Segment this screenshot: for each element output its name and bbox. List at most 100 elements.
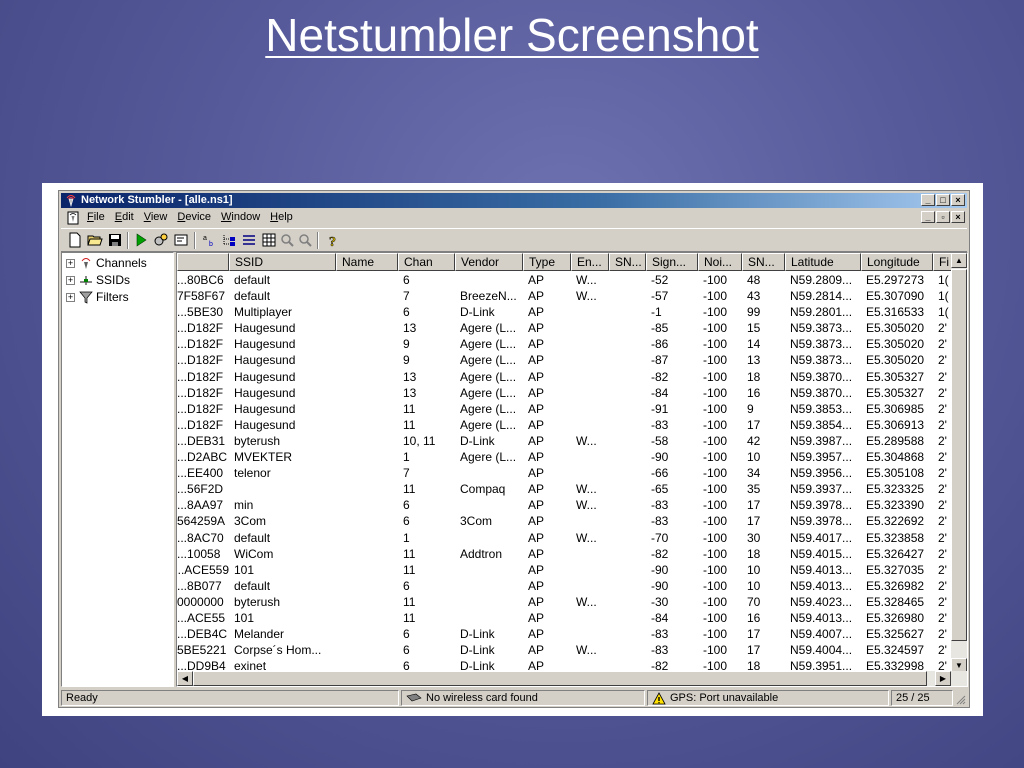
save-icon[interactable] — [107, 232, 123, 248]
table-row[interactable]: 56F2D... 11 Compaq AP W... -65 -100 35 N59.3937.… — [177, 481, 951, 497]
cell-vendor: Agere (L... — [460, 401, 517, 416]
toolbar-separator — [127, 232, 129, 249]
column-header-latitude[interactable]: Latitude — [785, 253, 861, 271]
menu-help[interactable]: Help — [270, 211, 293, 223]
cell-noise: -100 — [703, 305, 728, 320]
column-header-name[interactable]: Name — [336, 253, 398, 271]
tree-item-ssids[interactable]: + SSIDs — [66, 272, 130, 288]
mdi-restore-button[interactable]: ▫ — [936, 211, 950, 223]
cell-ssid: 101 — [234, 562, 255, 577]
column-header-longitude[interactable]: Longitude — [861, 253, 933, 271]
cell-chan: 6 — [403, 578, 410, 593]
table-row[interactable]: D182F... Haugesund 13 Agere (L... AP -84 -100 1… — [177, 385, 951, 401]
table-row[interactable]: 7F58F67 default 7 BreezeN... AP W... -57 -100 43… — [177, 288, 951, 304]
sort-ab-icon[interactable]: ab — [201, 232, 217, 248]
minimize-button[interactable]: _ — [921, 194, 935, 206]
properties-icon[interactable] — [173, 232, 189, 248]
cell-noise: -100 — [703, 627, 728, 642]
column-header-chan[interactable]: Chan — [398, 253, 455, 271]
cell-signal: -58 — [651, 433, 669, 448]
table-row[interactable]: DEB4C... Melander 6 D-Link AP -83 -100 17 N59.40… — [177, 626, 951, 642]
start-scan-icon[interactable] — [133, 232, 149, 248]
column-header-type[interactable]: Type — [523, 253, 571, 271]
mdi-close-button[interactable]: × — [951, 211, 965, 223]
table-row[interactable]: ACE559... 101 11 AP -90 -100 10 N59.4013... E5.3… — [177, 562, 951, 578]
list-view-icon[interactable] — [241, 232, 257, 248]
zoom-in-icon[interactable] — [279, 232, 295, 248]
column-header-noise[interactable]: Noi... — [698, 253, 742, 271]
menu-edit[interactable]: Edit — [115, 211, 134, 223]
help-icon[interactable]: ? — [325, 232, 341, 248]
table-row[interactable]: D2ABC... MVEKTER 1 Agere (L... AP -90 -100 10 N5… — [177, 449, 951, 465]
tree-view-icon[interactable] — [221, 232, 237, 248]
zoom-out-icon[interactable] — [297, 232, 313, 248]
scroll-left-icon[interactable]: ◀ — [177, 671, 193, 686]
cell-encryption: W... — [576, 594, 597, 609]
scroll-up-icon[interactable]: ▲ — [951, 253, 967, 268]
document-icon[interactable] — [67, 211, 80, 225]
table-row[interactable]: 80BC6... default 6 AP W... -52 -100 48 N59.2809.… — [177, 272, 951, 288]
cell-first-seen: 2' — [938, 546, 947, 561]
table-row[interactable]: EE400... telenor 7 AP -66 -100 34 N59.3956... E5… — [177, 465, 951, 481]
menu-device[interactable]: Device — [177, 211, 211, 223]
cell-vendor: BreezeN... — [460, 289, 517, 304]
column-header-bssid[interactable] — [177, 253, 229, 271]
maximize-button[interactable]: □ — [936, 194, 950, 206]
column-header-encryption[interactable]: En... — [571, 253, 609, 271]
cell-longitude: E5.323325 — [866, 482, 925, 497]
table-row[interactable]: D182F... Haugesund 11 Agere (L... AP -91 -100 9… — [177, 401, 951, 417]
close-button[interactable]: × — [951, 194, 965, 206]
table-row[interactable]: D182F... Haugesund 9 Agere (L... AP -86 -100 14… — [177, 336, 951, 352]
table-row[interactable]: ACE55... 101 11 AP -84 -100 16 N59.4013... E5.32… — [177, 610, 951, 626]
column-header-ssid[interactable]: SSID — [229, 253, 336, 271]
column-header-first-seen[interactable]: Fi — [933, 253, 951, 271]
open-folder-icon[interactable] — [87, 232, 103, 248]
menu-file[interactable]: File — [87, 211, 105, 223]
column-header-snr-plus[interactable]: SN... — [742, 253, 785, 271]
cell-snr-plus: 70 — [747, 594, 761, 609]
expand-icon[interactable]: + — [66, 275, 75, 285]
table-row[interactable]: 5BE30... Multiplayer 6 D-Link AP -1 -100 99 N59.… — [177, 304, 951, 320]
table-row[interactable]: 0000000 byterush 11 AP W... -30 -100 70 N59.4023… — [177, 594, 951, 610]
tree-pane[interactable]: + Channels + SSIDs + Filters — [61, 252, 174, 687]
cell-first-seen: 2' — [938, 643, 947, 658]
menu-view[interactable]: View — [144, 211, 168, 223]
cell-noise: -100 — [703, 289, 728, 304]
table-row[interactable]: D182F... Haugesund 13 Agere (L... AP -85 -100 1… — [177, 320, 951, 336]
vertical-scrollbar[interactable]: ▲ ▼ — [951, 253, 967, 673]
column-header-signal[interactable]: Sign... — [646, 253, 698, 271]
mdi-minimize-button[interactable]: _ — [921, 211, 935, 223]
auto-config-icon[interactable] — [153, 232, 169, 248]
expand-icon[interactable]: + — [66, 258, 75, 268]
tree-item-channels[interactable]: + Channels — [66, 255, 147, 271]
title-bar[interactable]: Network Stumbler - [alle.ns1] _ □ × — [61, 193, 967, 208]
column-header-snr[interactable]: SN... — [609, 253, 646, 271]
table-row[interactable]: D182F... Haugesund 11 Agere (L... AP -83 -100 1… — [177, 417, 951, 433]
horizontal-scroll-thumb[interactable] — [193, 671, 927, 686]
vertical-scroll-thumb[interactable] — [951, 269, 967, 641]
network-icon — [80, 276, 92, 285]
cell-ssid: default — [234, 578, 271, 593]
table-row[interactable]: 8AA97... min 6 AP W... -83 -100 17 N59.3978... E5… — [177, 497, 951, 513]
cell-chan: 11 — [403, 546, 416, 561]
table-row[interactable]: D182F... Haugesund 13 Agere (L... AP -82 -100 1… — [177, 369, 951, 385]
tree-item-filters[interactable]: + Filters — [66, 289, 129, 305]
menu-window[interactable]: Window — [221, 211, 260, 223]
scroll-right-icon[interactable]: ▶ — [935, 671, 951, 686]
table-row[interactable]: 564259A 3Com 6 3Com AP -83 -100 17 N59.3978... E5… — [177, 513, 951, 529]
table-row[interactable]: 8B077... default 6 AP -90 -100 10 N59.4013... E5… — [177, 578, 951, 594]
cell-latitude: N59.3870... — [790, 385, 853, 400]
resize-grip-icon[interactable] — [954, 693, 966, 705]
table-row[interactable]: 10058... WiCom 11 Addtron AP -82 -100 18 N59.401… — [177, 546, 951, 562]
access-point-list[interactable]: SSID Name Chan Vendor Type En... SN... Sign... N… — [176, 252, 968, 687]
table-row[interactable]: D182F... Haugesund 9 Agere (L... AP -87 -100 13… — [177, 352, 951, 368]
expand-icon[interactable]: + — [66, 292, 75, 302]
table-row[interactable]: DEB31... byterush 10, 11 D-Link AP W... -58 -10… — [177, 433, 951, 449]
table-row[interactable]: 8AC70... default 1 AP W... -70 -100 30 N59.4017.… — [177, 530, 951, 546]
column-header-vendor[interactable]: Vendor — [455, 253, 523, 271]
status-gps: GPS: Port unavailable — [647, 690, 889, 706]
horizontal-scrollbar[interactable]: ◀ ▶ — [177, 671, 967, 686]
new-file-icon[interactable] — [67, 232, 83, 248]
grid-view-icon[interactable] — [261, 232, 277, 248]
table-row[interactable]: 5BE5221 Corpse´s Hom... 6 D-Link AP W... -83 -1… — [177, 642, 951, 658]
